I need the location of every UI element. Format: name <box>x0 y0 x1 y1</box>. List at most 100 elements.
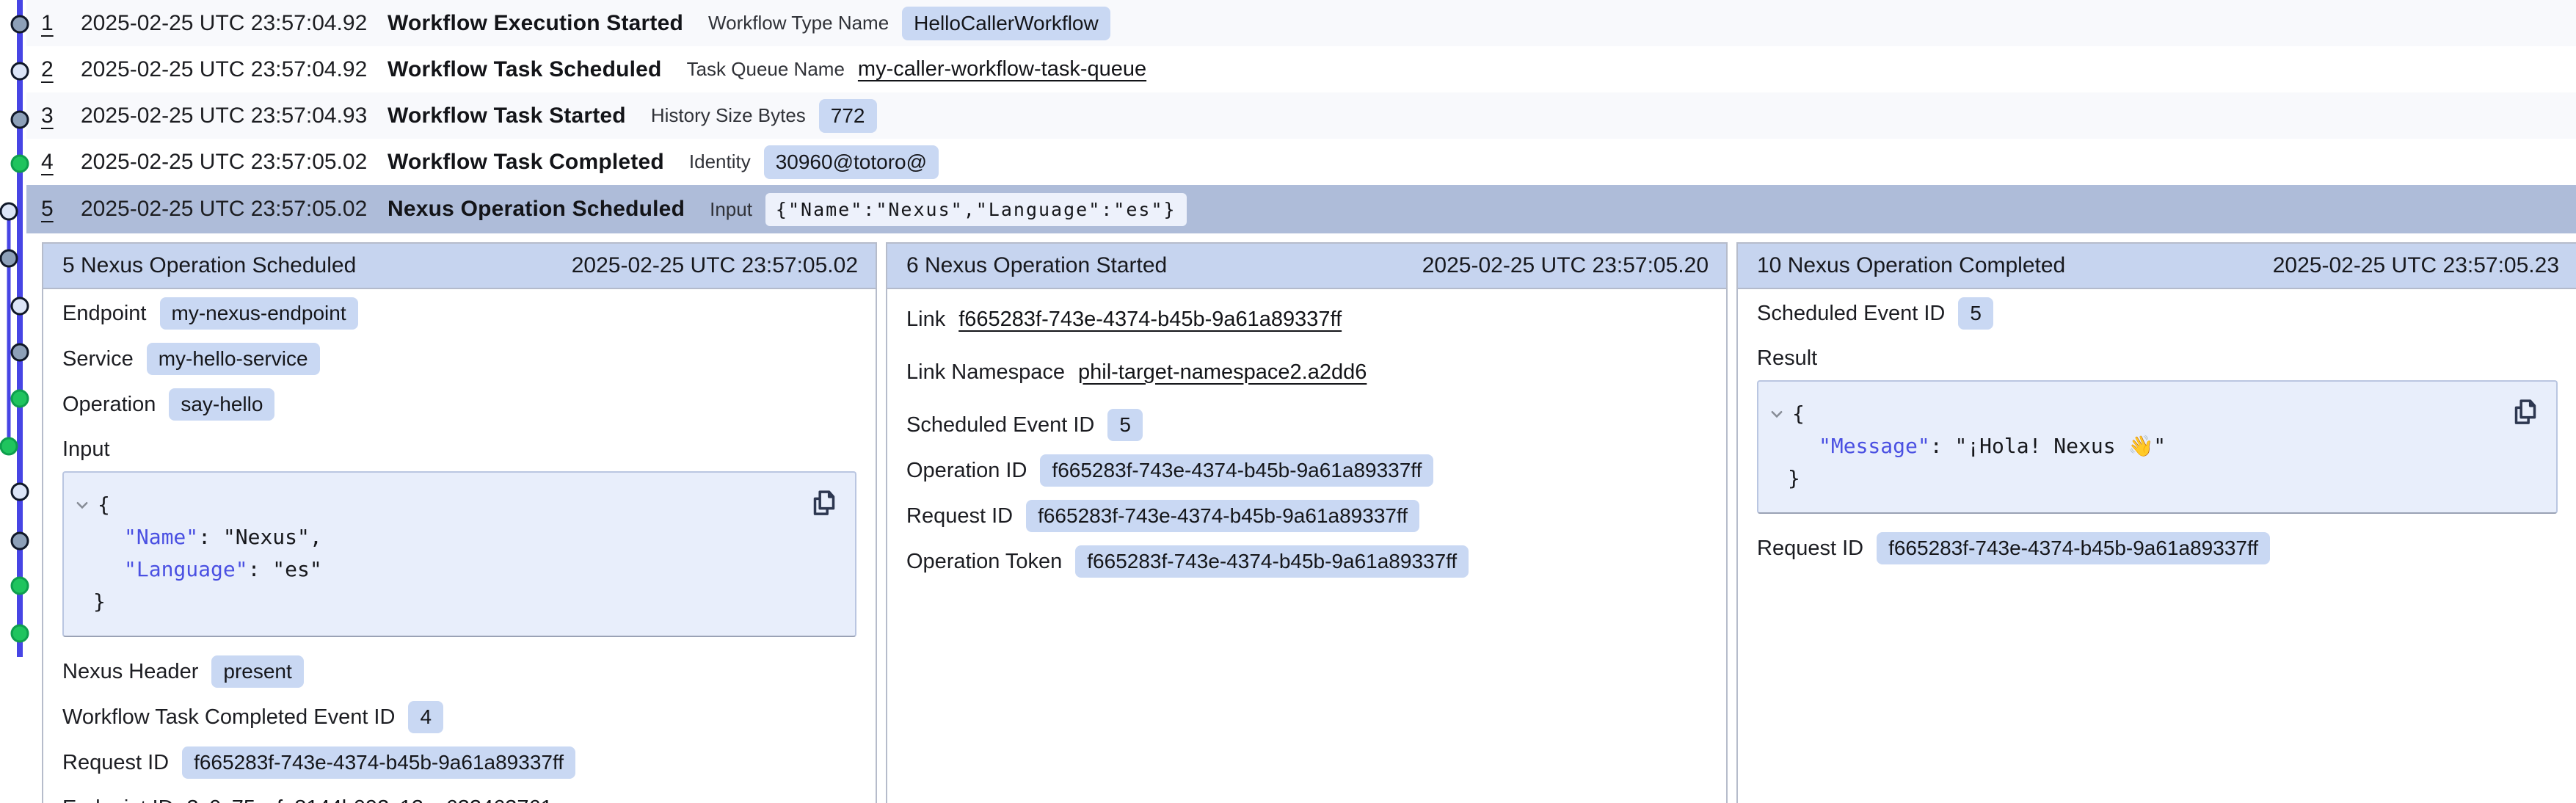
field-label: Link Namespace <box>906 360 1065 385</box>
timeline-dot-started <box>12 344 28 360</box>
chevron-down-icon[interactable] <box>1769 406 1785 422</box>
field-label: Operation ID <box>906 459 1027 483</box>
input-json-viewer: { "Name": "Nexus", "Language": "es" } <box>62 471 856 637</box>
field-service: Service my-hello-service <box>62 336 856 382</box>
scheduled-event-id-badge: 5 <box>1958 297 1993 330</box>
timeline-dot-completed <box>12 578 28 594</box>
event-id-badge: 4 <box>408 701 443 733</box>
result-label: Result <box>1757 341 2558 376</box>
timeline-dot-started <box>12 533 28 549</box>
timeline-dot-completed <box>12 390 28 407</box>
field-link: Link f665283f-743e-4374-b45b-9a61a89337f… <box>906 297 1707 342</box>
event-input-badge: {"Name":"Nexus","Language":"es"} <box>765 193 1187 226</box>
field-scheduled-event-id: Scheduled Event ID 5 <box>906 402 1707 448</box>
operation-badge: say-hello <box>169 388 274 421</box>
panel-nexus-operation-started: 6 Nexus Operation Started 2025-02-25 UTC… <box>886 242 1728 803</box>
field-request-id: Request ID f665283f-743e-4374-b45b-9a61a… <box>62 740 856 785</box>
field-scheduled-event-id: Scheduled Event ID 5 <box>1757 291 2558 336</box>
field-nexus-header: Nexus Header present <box>62 649 856 694</box>
field-label: Operation <box>62 393 156 417</box>
copy-icon[interactable] <box>809 487 839 520</box>
json-line: "Language": "es" <box>74 553 804 586</box>
field-request-id: Request ID f665283f-743e-4374-b45b-9a61a… <box>1757 526 2558 571</box>
panel-header: 6 Nexus Operation Started 2025-02-25 UTC… <box>887 244 1726 289</box>
field-link-namespace: Link Namespace phil-target-namespace2.a2… <box>906 349 1707 395</box>
event-id-link[interactable]: 5 <box>41 197 66 222</box>
link-namespace-link[interactable]: phil-target-namespace2.a2dd6 <box>1078 360 1367 385</box>
timeline-dot-nexus-scheduled <box>1 203 17 219</box>
event-time: 2025-02-25 UTC 23:57:05.02 <box>81 197 388 222</box>
timeline-dot-started <box>12 112 28 128</box>
table-row-event-3[interactable]: 3 2025-02-25 UTC 23:57:04.93 Workflow Ta… <box>26 92 2576 139</box>
field-label: Workflow Task Completed Event ID <box>62 705 395 730</box>
field-endpoint: Endpoint my-nexus-endpoint <box>62 291 856 336</box>
panel-title: 6 Nexus Operation Started <box>906 253 1167 278</box>
timeline-dot-scheduled <box>12 484 28 500</box>
event-attr-label: Identity <box>689 150 751 173</box>
panel-nexus-operation-completed: 10 Nexus Operation Completed 2025-02-25 … <box>1736 242 2576 803</box>
request-id-badge: f665283f-743e-4374-b45b-9a61a89337ff <box>1026 500 1419 532</box>
field-label: Endpoint <box>62 302 147 326</box>
field-label: Scheduled Event ID <box>1757 302 1945 326</box>
panel-title: 10 Nexus Operation Completed <box>1757 253 2065 278</box>
event-time: 2025-02-25 UTC 23:57:04.92 <box>81 11 388 36</box>
field-label: Request ID <box>906 504 1013 528</box>
timeline-dot-completed <box>12 156 28 172</box>
copy-icon[interactable] <box>2511 396 2540 429</box>
event-group-detail-panels: 5 Nexus Operation Scheduled 2025-02-25 U… <box>42 242 2576 803</box>
event-time: 2025-02-25 UTC 23:57:04.93 <box>81 103 388 128</box>
event-attr-label: Task Queue Name <box>687 58 845 81</box>
event-id-link[interactable]: 2 <box>41 57 66 82</box>
json-close-brace: } <box>1769 462 2505 495</box>
field-label: Link <box>906 308 945 332</box>
json-open-brace: { <box>98 489 110 521</box>
field-label: Operation Token <box>906 550 1062 574</box>
table-row-event-5-selected[interactable]: 5 2025-02-25 UTC 23:57:05.02 Nexus Opera… <box>26 185 2576 233</box>
panel-header: 5 Nexus Operation Scheduled 2025-02-25 U… <box>43 244 876 289</box>
json-close-brace: } <box>74 586 804 618</box>
timeline-dot-started <box>12 16 28 32</box>
timeline-dot-nexus-started <box>1 250 17 266</box>
event-attr-value-badge: 30960@totoro@ <box>764 145 939 179</box>
event-attr-label: Workflow Type Name <box>708 12 889 34</box>
json-line: "Name": "Nexus", <box>74 521 804 553</box>
event-id-link[interactable]: 4 <box>41 150 66 175</box>
input-label: Input <box>62 432 856 467</box>
scheduled-event-id-badge: 5 <box>1107 409 1143 441</box>
event-time: 2025-02-25 UTC 23:57:05.02 <box>81 150 388 175</box>
result-json-viewer: { "Message": "¡Hola! Nexus 👋" } <box>1757 380 2558 514</box>
endpoint-id-link[interactable]: 3c0c75ccfa8144b092c13ce632463761 <box>187 796 553 803</box>
table-row-event-2[interactable]: 2 2025-02-25 UTC 23:57:04.92 Workflow Ta… <box>26 46 2576 92</box>
event-id-link[interactable]: 3 <box>41 103 66 128</box>
field-operation-token: Operation Token f665283f-743e-4374-b45b-… <box>906 539 1707 584</box>
field-endpoint-id: Endpoint ID 3c0c75ccfa8144b092c13ce63246… <box>62 785 856 803</box>
table-row-event-4[interactable]: 4 2025-02-25 UTC 23:57:05.02 Workflow Ta… <box>26 139 2576 185</box>
request-id-badge: f665283f-743e-4374-b45b-9a61a89337ff <box>182 746 575 779</box>
nexus-header-badge: present <box>211 655 303 688</box>
operation-token-badge: f665283f-743e-4374-b45b-9a61a89337ff <box>1075 545 1469 578</box>
table-row-event-1[interactable]: 1 2025-02-25 UTC 23:57:04.92 Workflow Ex… <box>26 0 2576 46</box>
event-time: 2025-02-25 UTC 23:57:04.92 <box>81 57 388 82</box>
endpoint-badge: my-nexus-endpoint <box>160 297 358 330</box>
panel-header: 10 Nexus Operation Completed 2025-02-25 … <box>1738 244 2576 289</box>
service-badge: my-hello-service <box>147 343 320 375</box>
panel-body: Scheduled Event ID 5 Result { "Message":… <box>1738 289 2576 571</box>
panel-title: 5 Nexus Operation Scheduled <box>62 253 356 278</box>
panel-nexus-operation-scheduled: 5 Nexus Operation Scheduled 2025-02-25 U… <box>42 242 877 803</box>
timeline-main-line <box>17 0 23 657</box>
timeline-dot-nexus-completed <box>1 438 17 454</box>
event-name: Workflow Task Scheduled <box>388 57 662 82</box>
field-workflow-task-completed-event-id: Workflow Task Completed Event ID 4 <box>62 694 856 740</box>
event-attr-label: Input <box>710 198 752 221</box>
chevron-down-icon[interactable] <box>74 497 90 513</box>
panel-timestamp: 2025-02-25 UTC 23:57:05.23 <box>2273 253 2559 278</box>
panel-timestamp: 2025-02-25 UTC 23:57:05.20 <box>1422 253 1709 278</box>
field-label: Endpoint ID <box>62 796 174 803</box>
link-link[interactable]: f665283f-743e-4374-b45b-9a61a89337ff <box>958 308 1342 332</box>
event-id-link[interactable]: 1 <box>41 11 66 36</box>
task-queue-link[interactable]: my-caller-workflow-task-queue <box>858 57 1146 81</box>
field-label: Nexus Header <box>62 660 198 684</box>
field-operation-id: Operation ID f665283f-743e-4374-b45b-9a6… <box>906 448 1707 493</box>
event-name: Workflow Task Completed <box>388 150 664 175</box>
event-attr-label: History Size Bytes <box>651 104 806 127</box>
